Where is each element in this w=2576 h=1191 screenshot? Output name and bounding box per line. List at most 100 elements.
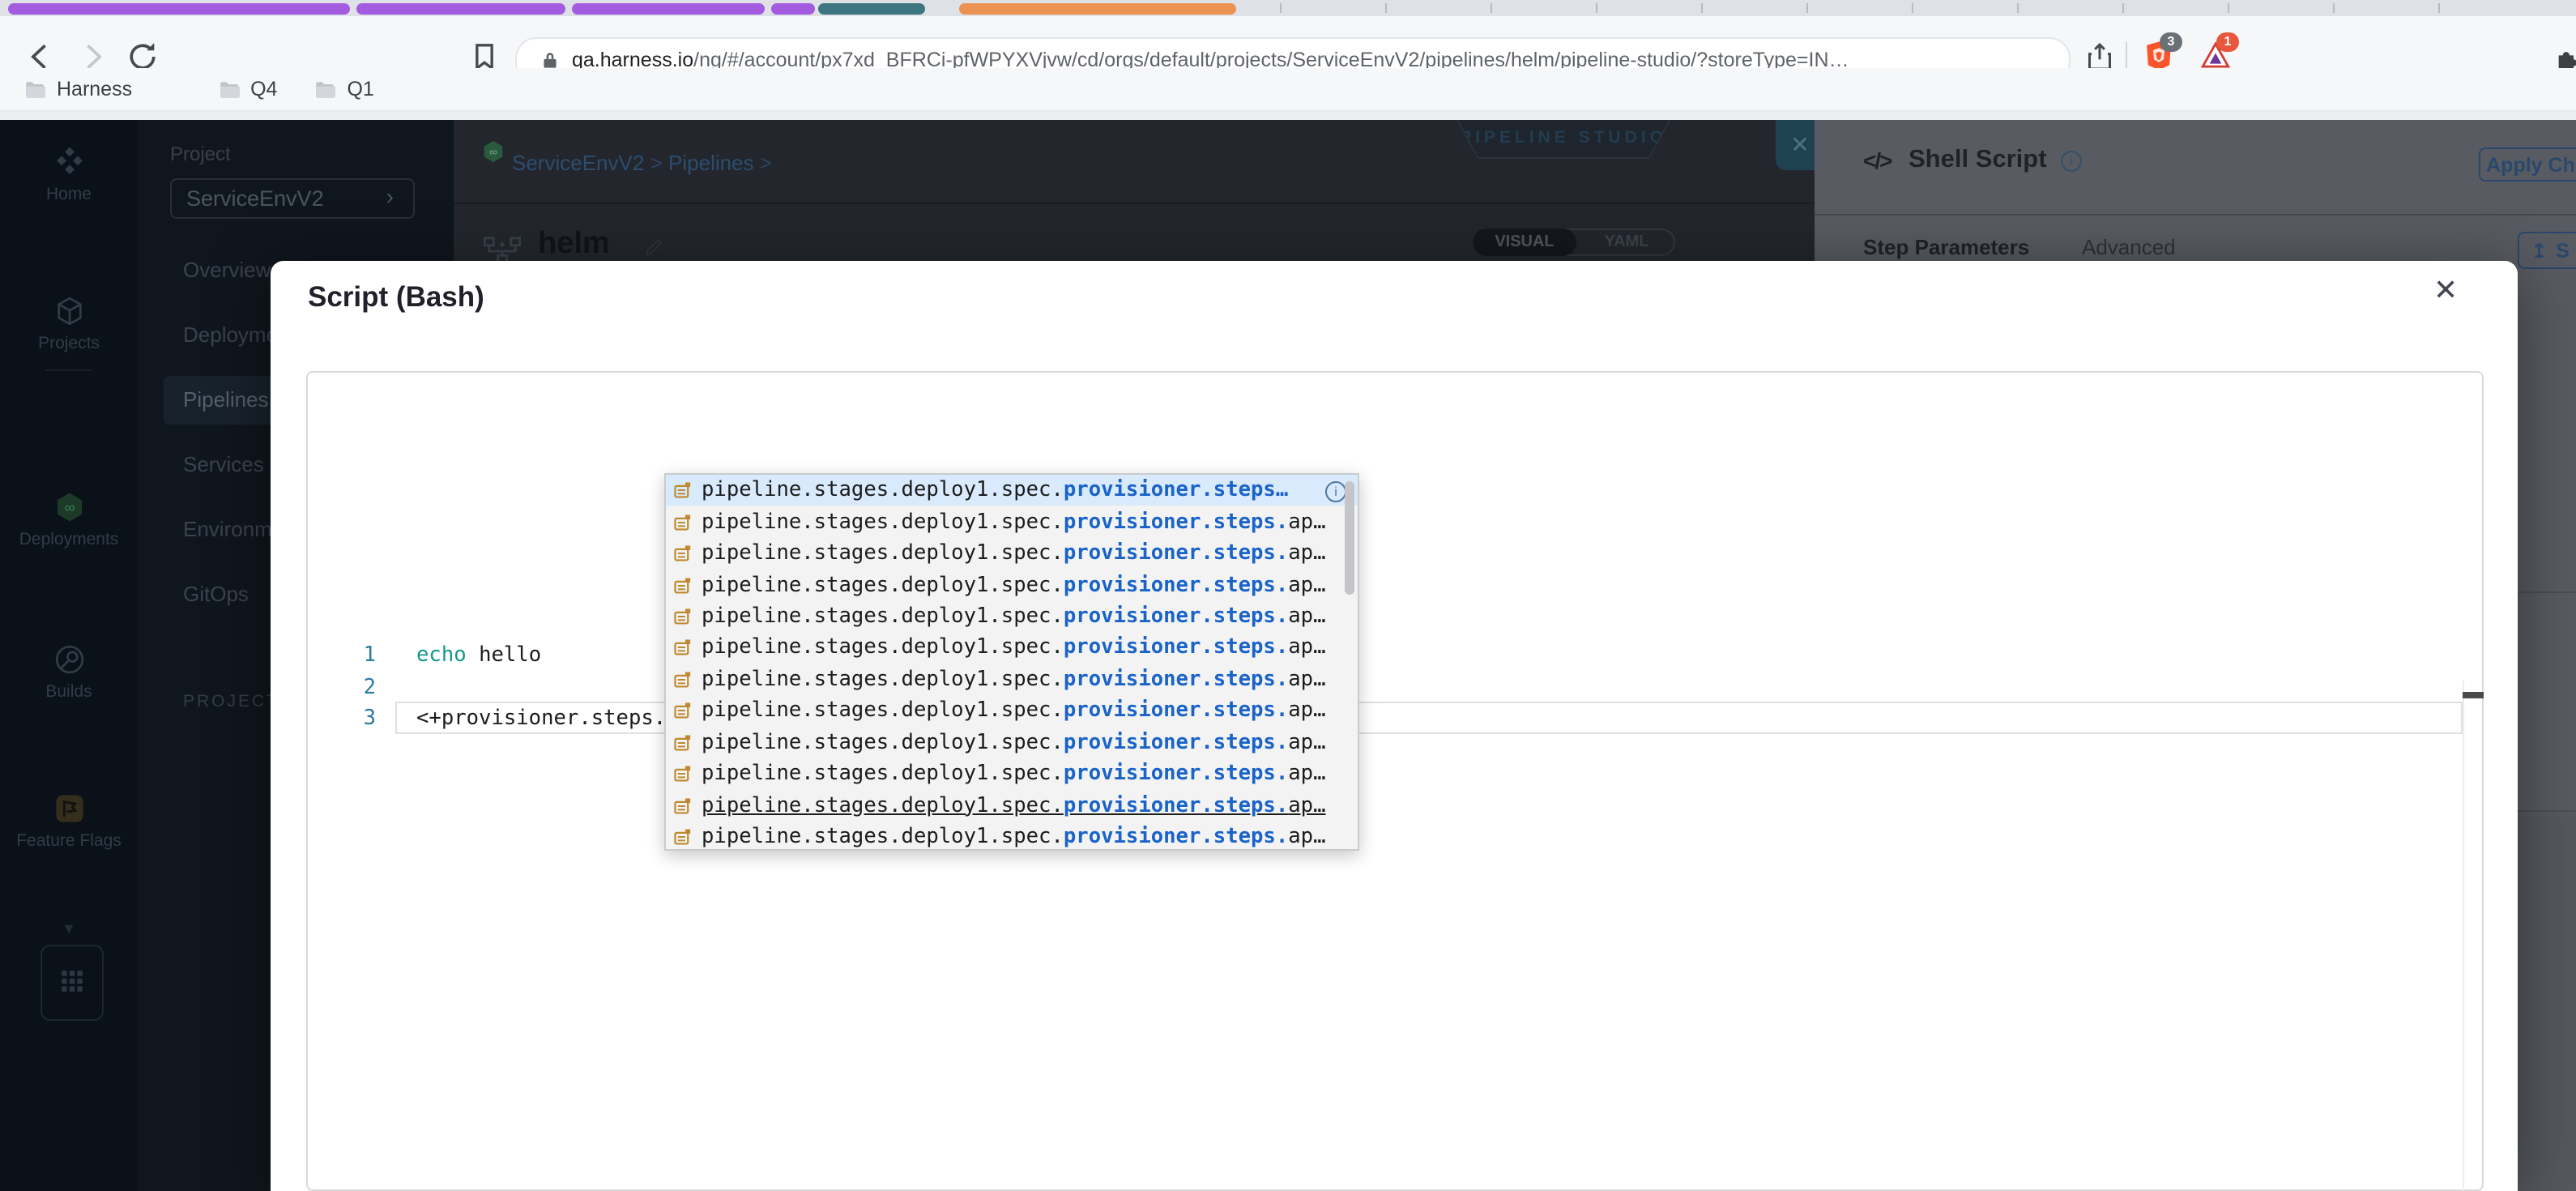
field-icon: [674, 608, 692, 625]
tab-separator: [2122, 3, 2124, 13]
save-template-button[interactable]: ↥ S: [2518, 232, 2576, 269]
suggestion-item[interactable]: pipeline.stages.deploy1.spec.provisioner…: [666, 822, 1358, 853]
suggestion-item[interactable]: pipeline.stages.deploy1.spec.provisioner…: [666, 664, 1358, 695]
field-icon: [674, 671, 692, 689]
tab-group-segment[interactable]: [356, 3, 565, 15]
bookmark-item-harness[interactable]: Harness: [23, 78, 132, 100]
tab-group-segment[interactable]: [818, 3, 925, 15]
folder-icon: [220, 81, 240, 97]
bookmark-label: Q1: [347, 78, 374, 100]
tab-separator: [2438, 3, 2440, 13]
tab-group-segment[interactable]: [959, 3, 1236, 15]
tab-group-segment[interactable]: [8, 3, 350, 15]
suggestion-item[interactable]: pipeline.stages.deploy1.spec.provisioner…: [666, 538, 1358, 570]
sidebar-item-feature-flags[interactable]: Feature Flags: [0, 792, 138, 851]
field-icon: [674, 544, 692, 562]
module-picker-button[interactable]: [41, 945, 104, 1021]
info-icon[interactable]: i: [2061, 151, 2082, 172]
sidebar-item-projects[interactable]: Projects: [0, 295, 138, 353]
tab-separator: [1280, 3, 1282, 13]
suggestion-item[interactable]: pipeline.stages.deploy1.spec.provisioner…: [666, 506, 1358, 538]
breadcrumb: ServiceEnvV2 > Pipelines >: [512, 151, 772, 175]
bookmark-label: Q4: [250, 78, 278, 100]
suggestion-item[interactable]: pipeline.stages.deploy1.spec.provisioner…: [666, 601, 1358, 633]
breadcrumb-link-pipelines[interactable]: Pipelines: [668, 151, 754, 175]
visual-yaml-toggle[interactable]: VISUAL YAML: [1473, 228, 1675, 256]
home-icon: [53, 146, 85, 178]
tab-group-segment[interactable]: [771, 3, 815, 15]
deployments-icon: ∞: [53, 491, 85, 523]
save-template-label: S: [2556, 239, 2570, 262]
cube-icon: [53, 295, 85, 327]
browser-tab-strip[interactable]: [0, 0, 2576, 16]
suggestion-item[interactable]: pipeline.stages.deploy1.spec.provisioner…: [666, 632, 1358, 664]
nav-section-project-setup: PROJECT: [183, 692, 280, 711]
breadcrumb-separator: >: [759, 151, 772, 175]
field-icon: [674, 513, 692, 531]
overview-ruler-mark: [2463, 692, 2484, 698]
sidebar-item-label: Home: [45, 185, 92, 204]
dropdown-scrollbar[interactable]: [1344, 481, 1354, 595]
field-icon: [674, 576, 692, 594]
suggestion-item[interactable]: pipeline.stages.deploy1.spec.provisioner…: [666, 727, 1358, 758]
bookmark-label: Harness: [57, 78, 133, 100]
sidebar-item-home[interactable]: Home: [0, 146, 138, 204]
breadcrumb-separator: >: [650, 151, 663, 175]
module-rail: Home Projects ∞ Deployments Builds Featu…: [0, 120, 138, 1191]
suggestion-item[interactable]: pipeline.stages.deploy1.spec.provisioner…: [666, 570, 1358, 601]
suggestion-item[interactable]: pipeline.stages.deploy1.spec.provisioner…: [666, 790, 1358, 822]
field-icon: [674, 796, 692, 814]
tab-separator: [1806, 3, 1808, 13]
script-modal: Script (Bash) ✕ 1 echo hello 2 3 <+provi…: [271, 261, 2518, 1191]
tab-separator: [2017, 3, 2019, 13]
chrome-page-gap: [0, 112, 2576, 120]
tab-separator: [1912, 3, 1913, 13]
tab-separator: [1596, 3, 1597, 13]
code-token-expression: <+provisioner.steps.: [416, 706, 667, 732]
sidebar-item-label: Deployments: [19, 530, 119, 549]
tab-step-parameters[interactable]: Step Parameters: [1863, 235, 2029, 259]
grid-icon: [62, 971, 83, 992]
editor-scrollbar-gutter: [2463, 681, 2464, 1191]
svg-text:∞: ∞: [489, 146, 497, 158]
rail-divider: [45, 369, 92, 371]
toggle-visual[interactable]: VISUAL: [1473, 228, 1576, 256]
sidebar-item-deployments[interactable]: ∞ Deployments: [0, 491, 138, 549]
breadcrumb-project-icon: ∞: [481, 138, 505, 165]
code-token-hello: hello: [466, 643, 542, 668]
pipeline-studio-badge-text: PIPELINE STUDIO: [1458, 120, 1669, 157]
info-icon[interactable]: i: [1325, 481, 1346, 502]
apply-changes-button[interactable]: Apply Ch: [2479, 147, 2576, 181]
modal-title: Script (Bash): [308, 280, 484, 313]
panel-title: Shell Script: [1909, 146, 2047, 173]
bookmark-item-q4[interactable]: Q4: [216, 78, 277, 100]
project-select-value: ServiceEnvV2: [186, 186, 324, 211]
script-code-editor[interactable]: 1 echo hello 2 3 <+provisioner.steps.: [306, 371, 2484, 1191]
sidebar-item-builds[interactable]: Builds: [0, 643, 138, 702]
suggestion-item[interactable]: pipeline.stages.deploy1.spec.provisioner…: [666, 695, 1358, 727]
edit-pencil-icon[interactable]: [642, 235, 666, 259]
browser-toolbar: qa.harness.io/ng/#/account/px7xd_BFRCi-p…: [0, 16, 2576, 83]
project-select[interactable]: ServiceEnvV2 ›: [170, 178, 415, 219]
tab-separator: [1491, 3, 1492, 13]
suggestion-item[interactable]: pipeline.stages.deploy1.spec.provisioner…: [666, 758, 1358, 790]
panel-divider: [1815, 214, 2576, 216]
rail-scroll-more-icon[interactable]: ▼: [0, 920, 138, 937]
field-icon: [674, 481, 692, 499]
apply-changes-label: Apply Ch: [2486, 153, 2575, 176]
tab-group-segment[interactable]: [572, 3, 765, 15]
sidebar-item-label: Feature Flags: [16, 831, 122, 851]
folder-icon: [316, 81, 336, 97]
field-icon: [674, 828, 692, 846]
suggestion-list: pipeline.stages.deploy1.spec.provisioner…: [666, 475, 1358, 853]
field-icon: [674, 733, 692, 751]
toggle-yaml[interactable]: YAML: [1576, 228, 1677, 256]
suggestion-item[interactable]: pipeline.stages.deploy1.spec.provisioner…: [666, 475, 1358, 506]
modal-close-icon[interactable]: ✕: [2433, 274, 2458, 308]
folder-icon: [26, 81, 45, 97]
bookmark-item-q1[interactable]: Q1: [313, 78, 374, 100]
breadcrumb-link-project[interactable]: ServiceEnvV2: [512, 151, 644, 175]
bat-badge: 1: [2216, 32, 2239, 52]
line-number: 3: [363, 706, 376, 732]
tab-advanced[interactable]: Advanced: [2082, 235, 2176, 259]
